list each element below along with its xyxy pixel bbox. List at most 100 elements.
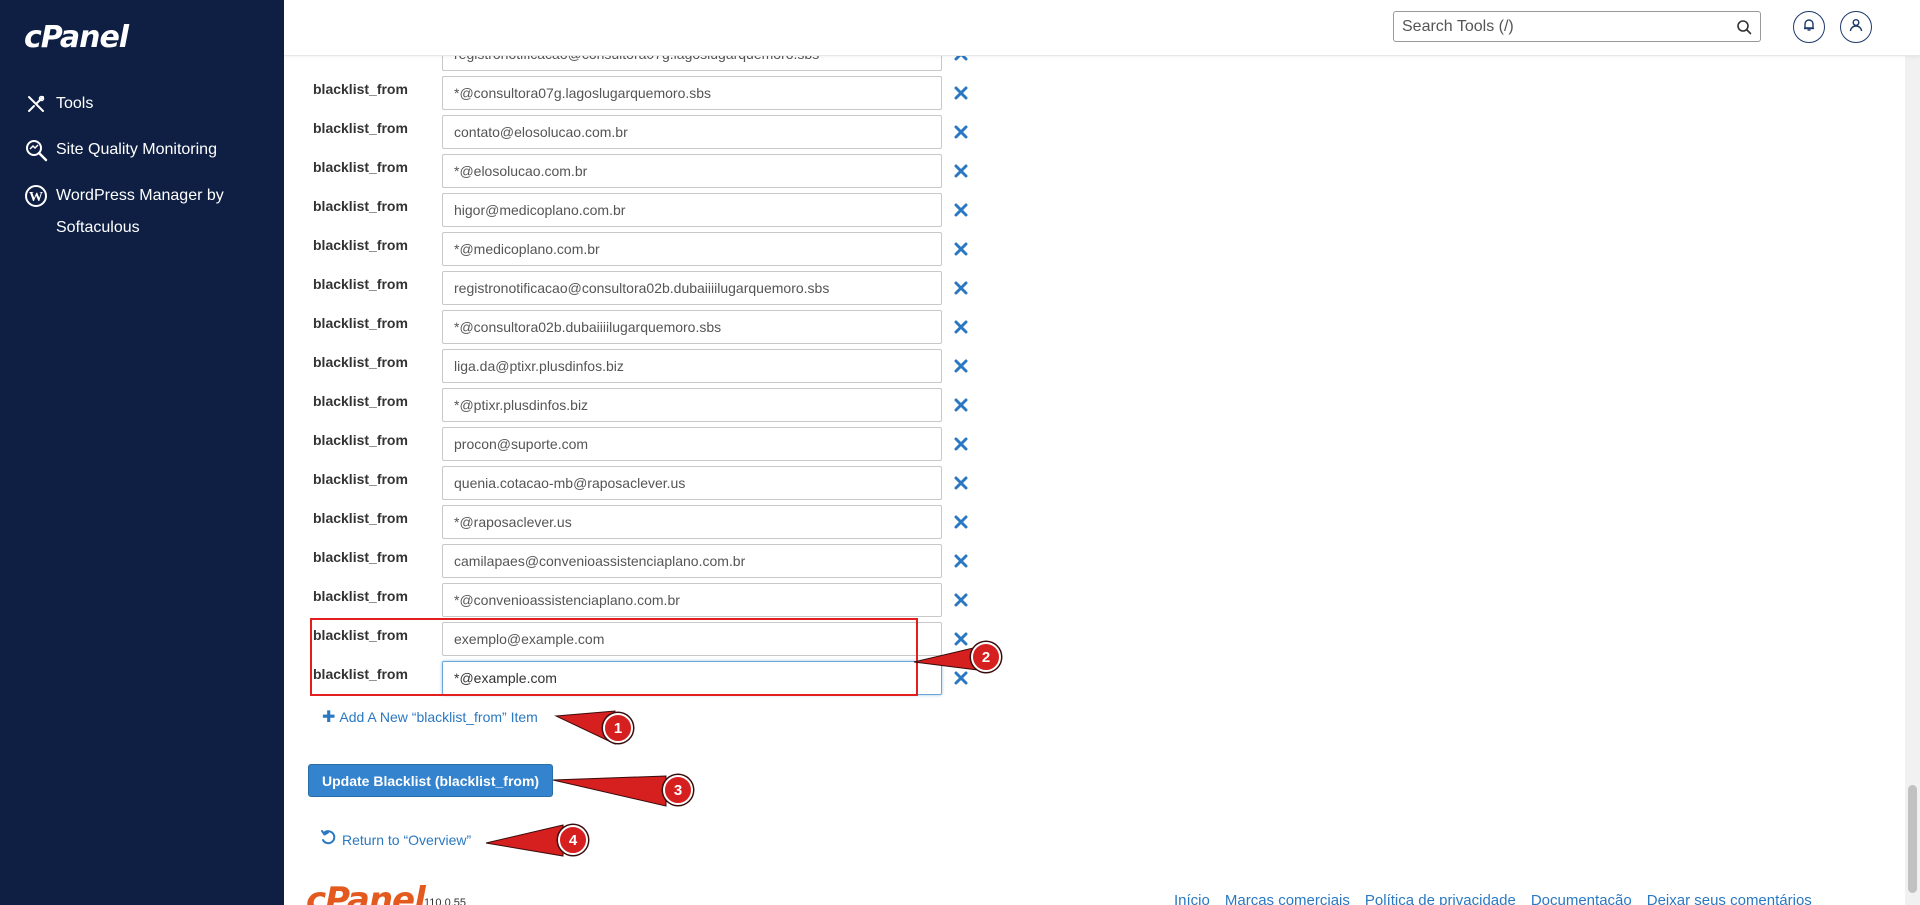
list-item: blacklist_from xyxy=(313,154,968,188)
sidebar-item-label: WordPress Manager by Softaculous xyxy=(56,187,224,236)
update-blacklist-button[interactable]: Update Blacklist (blacklist_from) xyxy=(308,764,554,797)
return-overview-link[interactable]: Return to “Overview” xyxy=(320,829,471,850)
remove-x-icon[interactable] xyxy=(953,670,969,686)
blacklist-key-label: blacklist_from xyxy=(313,510,408,526)
blacklist-value-input[interactable] xyxy=(442,427,942,461)
page-scrollbar[interactable] xyxy=(1905,0,1920,905)
list-item: blacklist_from xyxy=(313,310,968,344)
tools-icon xyxy=(24,92,48,116)
site-quality-icon xyxy=(24,138,48,162)
return-label: Return to “Overview” xyxy=(342,831,472,848)
blacklist-value-input[interactable] xyxy=(442,76,942,110)
blacklist-value-input[interactable] xyxy=(442,115,942,149)
remove-x-icon[interactable] xyxy=(953,397,969,413)
remove-x-icon[interactable] xyxy=(953,592,969,608)
list-item: blacklist_from xyxy=(313,193,968,227)
blacklist-key-label: blacklist_from xyxy=(313,588,408,604)
list-item: blacklist_from xyxy=(313,466,968,500)
blacklist-value-input[interactable] xyxy=(442,310,942,344)
footer-links: Início Marcas comerciais Política de pri… xyxy=(1174,892,1827,905)
sidebar-item-label: Tools xyxy=(56,95,94,112)
remove-x-icon[interactable] xyxy=(953,358,969,374)
blacklist-value-input[interactable] xyxy=(442,271,942,305)
remove-x-icon[interactable] xyxy=(953,553,969,569)
sidebar-item-label: Site Quality Monitoring xyxy=(56,141,217,158)
search-box[interactable] xyxy=(1393,11,1761,42)
footer-cpanel-logo: cPanel xyxy=(306,880,426,905)
footer-link-privacidade[interactable]: Política de privacidade xyxy=(1365,892,1516,905)
user-menu-button[interactable] xyxy=(1840,11,1872,43)
blacklist-key-label: blacklist_from xyxy=(313,237,408,253)
blacklist-value-input[interactable] xyxy=(442,544,942,578)
footer-link-inicio[interactable]: Início xyxy=(1174,892,1210,905)
remove-x-icon[interactable] xyxy=(953,202,969,218)
footer-version: 110.0.55 xyxy=(424,897,467,905)
blacklist-key-label: blacklist_from xyxy=(313,120,408,136)
annotation-badge-1: 1 xyxy=(603,713,633,743)
top-header xyxy=(284,0,1920,56)
notifications-button[interactable] xyxy=(1793,11,1825,43)
main-content: blacklist_from blacklist_from blacklist_fr… xyxy=(284,0,1904,905)
list-item: blacklist_from xyxy=(313,583,968,617)
remove-x-icon[interactable] xyxy=(953,631,969,647)
scrollbar-thumb[interactable] xyxy=(1908,785,1917,893)
sidebar: cPanel Tools Site Quality Monitoring W W… xyxy=(0,0,284,905)
blacklist-key-label: blacklist_from xyxy=(313,549,408,565)
bell-icon xyxy=(1802,18,1816,37)
blacklist-value-input[interactable] xyxy=(442,193,942,227)
annotation-badge-2: 2 xyxy=(971,642,1001,672)
blacklist-value-input[interactable] xyxy=(442,349,942,383)
blacklist-key-label: blacklist_from xyxy=(313,393,408,409)
remove-x-icon[interactable] xyxy=(953,124,969,140)
blacklist-key-label: blacklist_from xyxy=(313,315,408,331)
cpanel-logo[interactable]: cPanel xyxy=(24,20,129,55)
blacklist-value-input[interactable] xyxy=(442,505,942,539)
list-item: blacklist_from xyxy=(313,232,968,266)
plus-icon: ✚ xyxy=(322,709,336,726)
sidebar-item-tools[interactable]: Tools xyxy=(24,88,93,120)
list-item: blacklist_from xyxy=(313,76,968,110)
blacklist-key-label: blacklist_from xyxy=(313,471,408,487)
add-item-label: Add A New “blacklist_from” Item xyxy=(339,709,538,725)
blacklist-value-input[interactable] xyxy=(442,388,942,422)
footer-link-marcas[interactable]: Marcas comerciais xyxy=(1225,892,1350,905)
remove-x-icon[interactable] xyxy=(953,319,969,335)
blacklist-value-input[interactable] xyxy=(442,583,942,617)
user-icon xyxy=(1849,18,1863,37)
blacklist-key-label: blacklist_from xyxy=(313,198,408,214)
list-item: blacklist_from xyxy=(313,544,968,578)
list-item: blacklist_from xyxy=(313,427,968,461)
list-item: blacklist_from xyxy=(313,349,968,383)
remove-x-icon[interactable] xyxy=(953,436,969,452)
svg-text:W: W xyxy=(29,190,43,205)
list-item: blacklist_from xyxy=(313,115,968,149)
remove-x-icon[interactable] xyxy=(953,280,969,296)
list-item: blacklist_from xyxy=(313,388,968,422)
footer-link-documentacao[interactable]: Documentação xyxy=(1531,892,1632,905)
blacklist-value-input[interactable] xyxy=(442,232,942,266)
remove-x-icon[interactable] xyxy=(953,475,969,491)
highlight-box xyxy=(310,618,918,696)
footer-link-comentarios[interactable]: Deixar seus comentários xyxy=(1647,892,1812,905)
sidebar-item-wordpress-manager[interactable]: W WordPress Manager by Softaculous xyxy=(24,180,276,244)
remove-x-icon[interactable] xyxy=(953,163,969,179)
remove-x-icon[interactable] xyxy=(953,514,969,530)
list-item: blacklist_from xyxy=(313,271,968,305)
wordpress-icon: W xyxy=(24,184,48,208)
remove-x-icon[interactable] xyxy=(953,85,969,101)
list-item: blacklist_from xyxy=(313,505,968,539)
blacklist-key-label: blacklist_from xyxy=(313,159,408,175)
blacklist-key-label: blacklist_from xyxy=(313,81,408,97)
blacklist-key-label: blacklist_from xyxy=(313,432,408,448)
add-item-link[interactable]: ✚ Add A New “blacklist_from” Item xyxy=(322,707,538,727)
search-input[interactable] xyxy=(1394,12,1724,41)
sidebar-item-site-quality-monitoring[interactable]: Site Quality Monitoring xyxy=(24,134,217,166)
blacklist-value-input[interactable] xyxy=(442,466,942,500)
annotation-badge-4: 4 xyxy=(558,825,588,855)
remove-x-icon[interactable] xyxy=(953,241,969,257)
blacklist-value-input[interactable] xyxy=(442,154,942,188)
blacklist-key-label: blacklist_from xyxy=(313,276,408,292)
annotation-badge-3: 3 xyxy=(663,775,693,805)
undo-icon xyxy=(320,829,338,850)
search-icon[interactable] xyxy=(1736,19,1752,40)
